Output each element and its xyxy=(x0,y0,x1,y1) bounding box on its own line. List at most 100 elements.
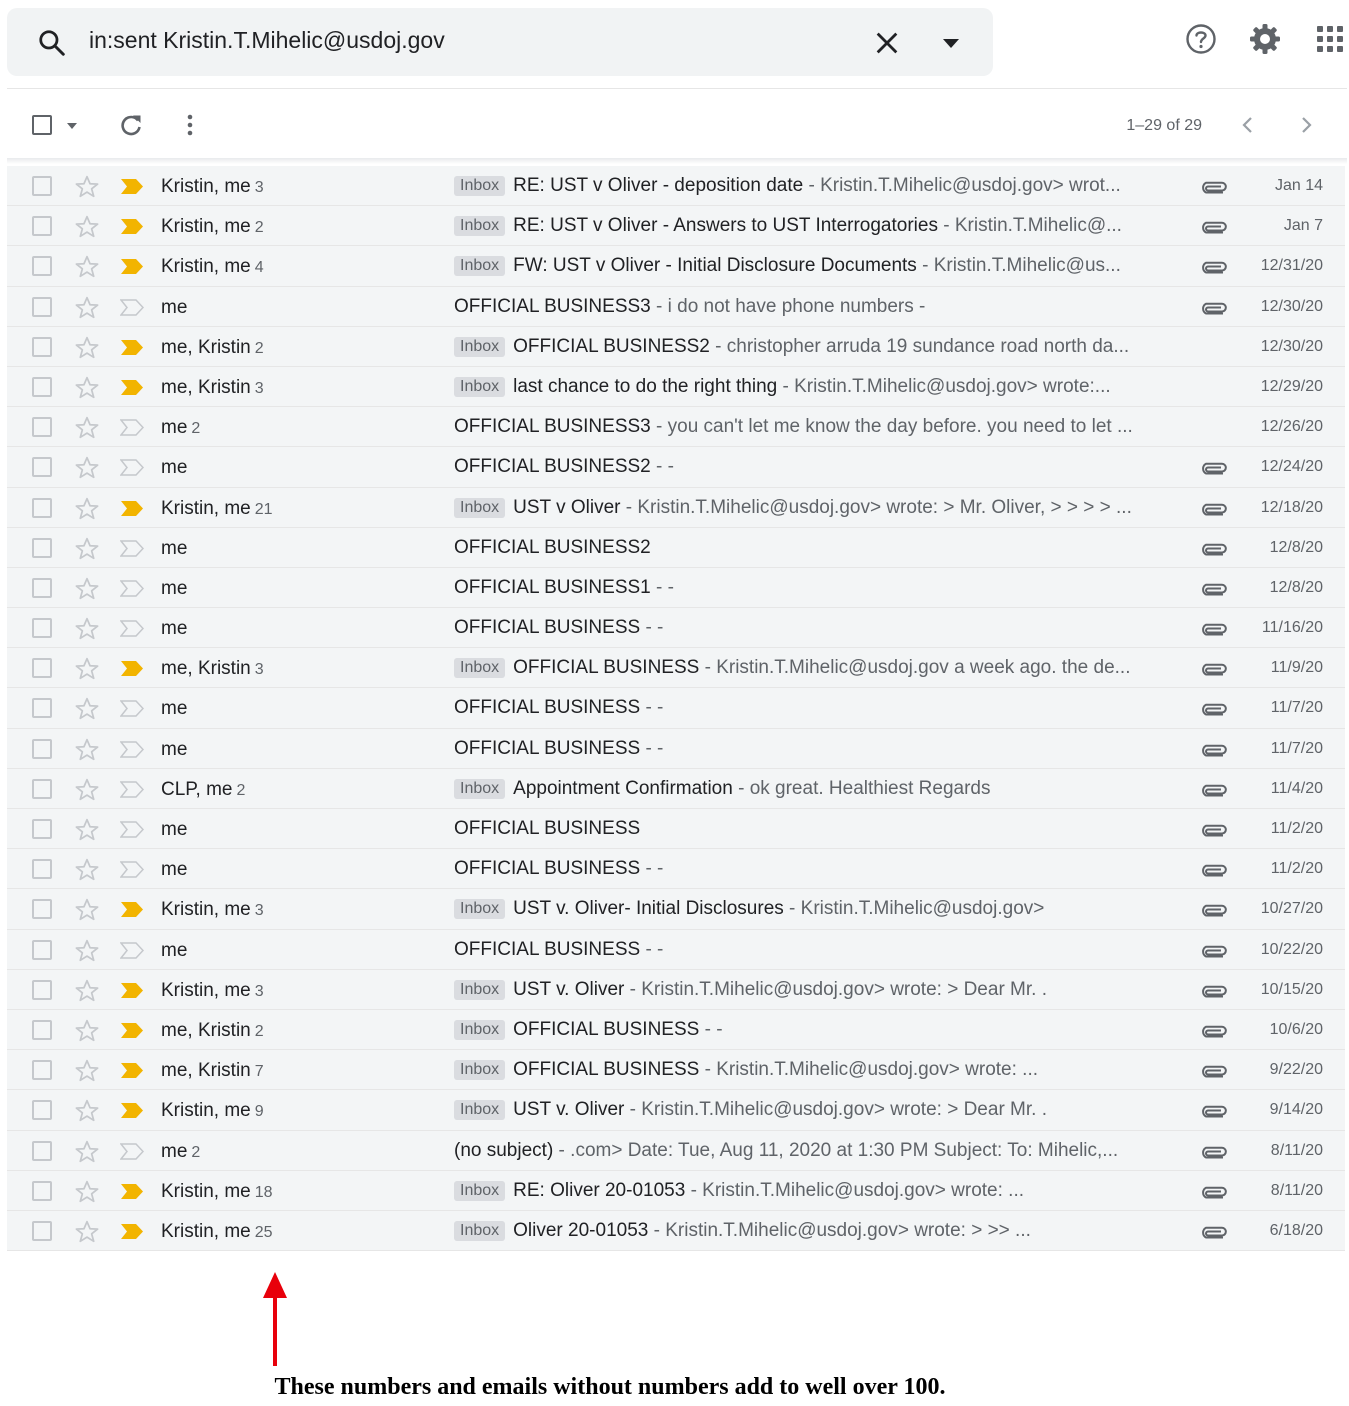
star-icon[interactable] xyxy=(74,897,100,923)
row-checkbox[interactable] xyxy=(32,979,52,1000)
row-checkbox[interactable] xyxy=(32,899,52,920)
importance-marker-icon[interactable] xyxy=(120,298,144,316)
email-row[interactable]: me 2 (no subject) - .com> Date: Tue, Aug … xyxy=(7,1130,1345,1171)
inbox-label-chip[interactable]: Inbox xyxy=(454,979,506,1000)
email-row[interactable]: Kristin, me 2 Inbox RE: UST v Oliver - Ans… xyxy=(7,206,1345,247)
star-icon[interactable] xyxy=(74,496,100,522)
importance-marker-icon[interactable] xyxy=(120,459,144,477)
row-checkbox[interactable] xyxy=(32,417,52,438)
star-icon[interactable] xyxy=(74,335,100,361)
select-dropdown-caret-icon[interactable] xyxy=(66,122,78,130)
email-row[interactable]: me, Kristin 2 Inbox OFFICIAL BUSINESS2 - c… xyxy=(7,326,1345,367)
email-row[interactable]: me, Kristin 3 Inbox OFFICIAL BUSINESS - Kr… xyxy=(7,648,1345,689)
gear-icon[interactable] xyxy=(1248,22,1282,56)
importance-marker-icon[interactable] xyxy=(120,1183,144,1200)
inbox-label-chip[interactable]: Inbox xyxy=(454,216,506,237)
row-checkbox[interactable] xyxy=(32,1180,52,1201)
row-checkbox[interactable] xyxy=(32,778,52,799)
star-icon[interactable] xyxy=(74,375,100,401)
row-checkbox[interactable] xyxy=(32,457,52,478)
importance-marker-icon[interactable] xyxy=(120,178,144,195)
row-checkbox[interactable] xyxy=(32,1100,52,1121)
email-row[interactable]: Kristin, me 25 Inbox Oliver 20-01053 - Kri… xyxy=(7,1210,1345,1252)
close-icon[interactable] xyxy=(873,29,901,57)
row-checkbox[interactable] xyxy=(32,256,52,277)
search-icon[interactable] xyxy=(37,28,67,58)
star-icon[interactable] xyxy=(74,1219,100,1245)
star-icon[interactable] xyxy=(74,536,100,562)
chevron-left-icon[interactable] xyxy=(1238,114,1258,136)
inbox-label-chip[interactable]: Inbox xyxy=(454,1180,506,1201)
importance-marker-icon[interactable] xyxy=(120,700,144,718)
star-icon[interactable] xyxy=(74,295,100,321)
apps-grid-icon[interactable] xyxy=(1313,22,1347,56)
help-icon[interactable] xyxy=(1184,22,1218,56)
search-input[interactable]: in:sent Kristin.T.Mihelic@usdoj.gov xyxy=(89,27,445,54)
email-row[interactable]: me, Kristin 7 Inbox OFFICIAL BUSINESS - Kr… xyxy=(7,1050,1345,1091)
star-icon[interactable] xyxy=(74,737,100,763)
importance-marker-icon[interactable] xyxy=(120,1022,144,1039)
importance-marker-icon[interactable] xyxy=(120,1223,144,1240)
row-checkbox[interactable] xyxy=(32,216,52,237)
star-icon[interactable] xyxy=(74,415,100,441)
importance-marker-icon[interactable] xyxy=(120,982,144,999)
row-checkbox[interactable] xyxy=(32,1220,52,1241)
email-row[interactable]: Kristin, me 3 Inbox RE: UST v Oliver - dep… xyxy=(7,166,1345,207)
inbox-label-chip[interactable]: Inbox xyxy=(454,1019,506,1040)
importance-marker-icon[interactable] xyxy=(120,379,144,396)
inbox-label-chip[interactable]: Inbox xyxy=(454,376,506,397)
inbox-label-chip[interactable]: Inbox xyxy=(454,1100,506,1121)
inbox-label-chip[interactable]: Inbox xyxy=(454,497,506,518)
email-row[interactable]: Kristin, me 4 Inbox FW: UST v Oliver - Ini… xyxy=(7,246,1345,287)
row-checkbox[interactable] xyxy=(32,1060,52,1081)
inbox-label-chip[interactable]: Inbox xyxy=(454,658,506,679)
star-icon[interactable] xyxy=(74,696,100,722)
email-row[interactable]: me OFFICIAL BUSINESS - - 11/7/20 xyxy=(7,728,1345,769)
email-row[interactable]: Kristin, me 9 Inbox UST v. Oliver - Kristi… xyxy=(7,1090,1345,1131)
email-row[interactable]: Kristin, me 18 Inbox RE: Oliver 20-01053 -… xyxy=(7,1170,1345,1211)
inbox-label-chip[interactable]: Inbox xyxy=(454,778,506,799)
inbox-label-chip[interactable]: Inbox xyxy=(454,1060,506,1081)
importance-marker-icon[interactable] xyxy=(120,941,144,959)
importance-marker-icon[interactable] xyxy=(120,861,144,878)
email-row[interactable]: me OFFICIAL BUSINESS1 - - 12/8/20 xyxy=(7,567,1345,609)
more-vert-icon[interactable] xyxy=(180,111,200,139)
star-icon[interactable] xyxy=(74,656,100,682)
star-icon[interactable] xyxy=(74,857,100,883)
select-all-checkbox[interactable] xyxy=(32,115,52,135)
star-icon[interactable] xyxy=(74,938,100,964)
email-row[interactable]: me OFFICIAL BUSINESS - - 11/16/20 xyxy=(7,608,1345,649)
importance-marker-icon[interactable] xyxy=(120,620,144,637)
importance-marker-icon[interactable] xyxy=(120,740,144,758)
star-icon[interactable] xyxy=(74,1018,100,1044)
importance-marker-icon[interactable] xyxy=(120,1142,144,1160)
importance-marker-icon[interactable] xyxy=(120,821,144,838)
star-icon[interactable] xyxy=(74,455,100,481)
row-checkbox[interactable] xyxy=(32,577,52,598)
email-row[interactable]: me OFFICIAL BUSINESS - - 10/22/20 xyxy=(7,929,1345,970)
chevron-right-icon[interactable] xyxy=(1296,114,1316,136)
importance-marker-icon[interactable] xyxy=(120,539,144,557)
email-row[interactable]: me 2 OFFICIAL BUSINESS3 - you can't let m… xyxy=(7,407,1345,448)
star-icon[interactable] xyxy=(74,978,100,1004)
importance-marker-icon[interactable] xyxy=(120,419,144,436)
email-row[interactable]: me, Kristin 3 Inbox last chance to do the … xyxy=(7,366,1345,408)
importance-marker-icon[interactable] xyxy=(120,781,144,798)
email-row[interactable]: me OFFICIAL BUSINESS 11/2/20 xyxy=(7,809,1345,850)
email-row[interactable]: me OFFICIAL BUSINESS - - 11/2/20 xyxy=(7,849,1345,890)
email-row[interactable]: me OFFICIAL BUSINESS - - 11/7/20 xyxy=(7,688,1345,729)
email-row[interactable]: me OFFICIAL BUSINESS2 - - 12/24/20 xyxy=(7,447,1345,488)
row-checkbox[interactable] xyxy=(32,618,52,639)
row-checkbox[interactable] xyxy=(32,537,52,558)
row-checkbox[interactable] xyxy=(32,658,52,679)
importance-marker-icon[interactable] xyxy=(120,500,144,517)
email-row[interactable]: me OFFICIAL BUSINESS2 12/8/20 xyxy=(7,527,1345,568)
importance-marker-icon[interactable] xyxy=(120,1062,144,1079)
email-row[interactable]: me, Kristin 2 Inbox OFFICIAL BUSINESS - - … xyxy=(7,1009,1345,1051)
star-icon[interactable] xyxy=(74,1179,100,1205)
importance-marker-icon[interactable] xyxy=(120,901,144,918)
star-icon[interactable] xyxy=(74,1058,100,1084)
inbox-label-chip[interactable]: Inbox xyxy=(454,1220,506,1241)
inbox-label-chip[interactable]: Inbox xyxy=(454,176,506,196)
row-checkbox[interactable] xyxy=(32,296,52,317)
